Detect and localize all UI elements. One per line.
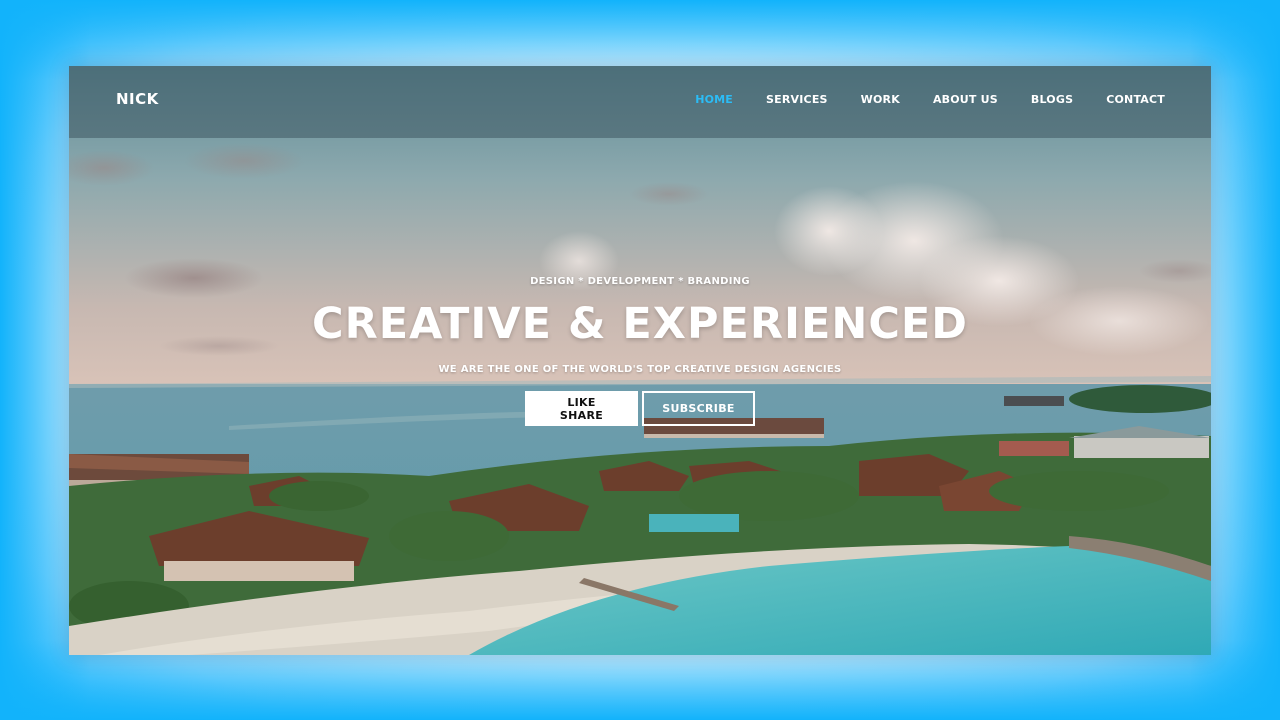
nav-link-blogs[interactable]: BLOGS — [1031, 93, 1073, 106]
hero-tagline: DESIGN * DEVELOPMENT * BRANDING — [530, 276, 750, 287]
hero-subheadline: WE ARE THE ONE OF THE WORLD'S TOP CREATI… — [438, 364, 842, 375]
hero-section: DESIGN * DEVELOPMENT * BRANDING CREATIVE… — [69, 276, 1211, 426]
nav-link-contact[interactable]: CONTACT — [1106, 93, 1165, 106]
subscribe-button[interactable]: SUBSCRIBE — [642, 391, 755, 426]
hero-headline: CREATIVE & EXPERIENCED — [312, 299, 968, 349]
nav-link-home[interactable]: HOME — [695, 93, 733, 106]
nav-link-work[interactable]: WORK — [861, 93, 900, 106]
like-share-button[interactable]: LIKE SHARE — [525, 391, 638, 426]
site-logo[interactable]: NICK — [116, 90, 159, 108]
nav-link-services[interactable]: SERVICES — [766, 93, 828, 106]
nav-link-about-us[interactable]: ABOUT US — [933, 93, 998, 106]
website-frame: NICK HOME SERVICES WORK ABOUT US BLOGS C… — [69, 66, 1211, 655]
top-navbar: NICK HOME SERVICES WORK ABOUT US BLOGS C… — [69, 66, 1211, 138]
nav-menu: HOME SERVICES WORK ABOUT US BLOGS CONTAC… — [695, 93, 1165, 106]
hero-buttons: LIKE SHARE SUBSCRIBE — [69, 391, 1211, 426]
